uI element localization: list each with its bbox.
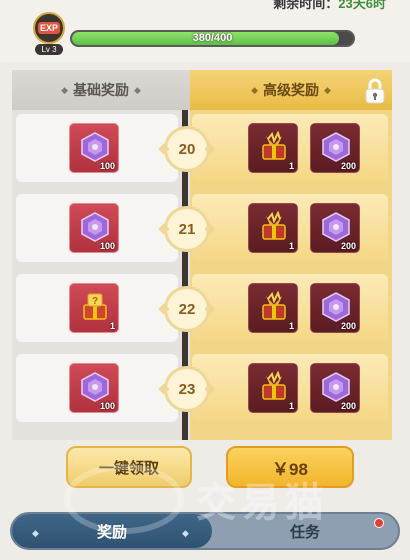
premium-reward-item[interactable]: 200 <box>310 283 360 333</box>
tab-tasks-label: 任务 <box>289 523 320 541</box>
remaining-time-label: 剩余时间： <box>273 0 339 11</box>
purple-gem-icon <box>79 131 111 163</box>
gift-box-icon <box>258 130 290 163</box>
xp-progress-text: 380/400 <box>192 32 233 44</box>
purple-gem-icon <box>79 371 111 403</box>
battle-pass-panel: ◆ 基础奖励 ◆ ◆ 高级奖励 ◆ 100 1 200 20 100 1 200 21? 1 1 2… <box>12 70 392 440</box>
item-quantity: 100 <box>99 401 115 411</box>
level-badge: 22 <box>158 286 216 332</box>
exp-icon: EXP <box>33 12 65 44</box>
reward-row: 100 1 200 23 <box>12 350 392 422</box>
purple-gem-icon <box>320 291 352 323</box>
svg-text:?: ? <box>92 296 98 307</box>
gift-box-icon <box>258 210 290 243</box>
premium-rewards-title: 高级奖励 <box>263 82 319 98</box>
level-number: 21 <box>178 220 196 238</box>
item-quantity: 1 <box>109 321 115 331</box>
tab-ornament-icon: ◆ <box>32 528 39 538</box>
claim-all-button[interactable]: 一键领取 <box>66 446 192 488</box>
item-quantity: 200 <box>340 241 356 251</box>
premium-reward-item[interactable]: 200 <box>310 363 360 413</box>
premium-reward-item[interactable]: 1 <box>248 363 298 413</box>
purple-gem-icon <box>320 371 352 403</box>
tab-basic-rewards: ◆ 基础奖励 ◆ <box>12 70 190 110</box>
basic-reward-item[interactable]: 100 <box>69 123 119 173</box>
remaining-time: 剩余时间：23天6时 <box>273 0 386 12</box>
level-badge: 21 <box>158 206 216 252</box>
header-ornament-icon: ◆ <box>61 84 68 95</box>
notification-dot <box>374 518 384 528</box>
reward-row: ? 1 1 200 22 <box>12 270 392 342</box>
item-quantity: 200 <box>340 321 356 331</box>
premium-reward-item[interactable]: 1 <box>248 203 298 253</box>
buy-premium-button[interactable]: ￥98 <box>226 446 354 488</box>
item-quantity: 1 <box>288 321 294 331</box>
level-number: 22 <box>178 300 196 318</box>
item-quantity: 1 <box>288 401 294 411</box>
basic-reward-item[interactable]: 100 <box>69 203 119 253</box>
gift-box-icon <box>258 290 290 323</box>
purple-gem-icon <box>320 131 352 163</box>
purple-gem-icon <box>320 211 352 243</box>
tab-premium-rewards: ◆ 高级奖励 ◆ <box>190 70 392 110</box>
premium-reward-item[interactable]: 1 <box>248 283 298 333</box>
exp-level-badge: EXP Lv 3 <box>32 12 66 55</box>
basic-reward-item[interactable]: 100 <box>69 363 119 413</box>
header-ornament-icon: ◆ <box>324 84 331 95</box>
purple-gem-icon <box>79 211 111 243</box>
item-quantity: 100 <box>99 241 115 251</box>
gift-box-icon <box>258 370 290 403</box>
tab-rewards-label: 奖励 <box>96 523 127 541</box>
item-quantity: 1 <box>288 241 294 251</box>
level-number: 23 <box>178 380 196 398</box>
reward-row: 100 1 200 20 <box>12 110 392 182</box>
item-quantity: 100 <box>99 161 115 171</box>
item-quantity: 200 <box>340 161 356 171</box>
level-badge: 23 <box>158 366 216 412</box>
bottom-tab-bar: 奖励 ◆ ◆ 任务 <box>10 512 400 550</box>
xp-progress-bar: 380/400 <box>70 30 355 47</box>
reward-row: 100 1 200 21 <box>12 190 392 262</box>
header-ornament-icon: ◆ <box>251 84 258 95</box>
mystery-gift-icon: ? <box>79 291 111 323</box>
item-quantity: 1 <box>288 161 294 171</box>
premium-reward-item[interactable]: 200 <box>310 123 360 173</box>
lock-icon[interactable] <box>364 78 386 104</box>
premium-reward-item[interactable]: 1 <box>248 123 298 173</box>
top-bar: 剩余时间：23天6时 EXP Lv 3 380/400 <box>0 0 410 62</box>
level-number: 20 <box>178 140 196 158</box>
level-label: Lv 3 <box>35 44 63 55</box>
remaining-time-value: 23天6时 <box>338 0 386 11</box>
premium-reward-item[interactable]: 200 <box>310 203 360 253</box>
level-badge: 20 <box>158 126 216 172</box>
basic-reward-item[interactable]: ? 1 <box>69 283 119 333</box>
tab-ornament-icon: ◆ <box>182 528 189 538</box>
item-quantity: 200 <box>340 401 356 411</box>
tab-tasks[interactable]: 任务 <box>212 514 398 548</box>
basic-rewards-title: 基础奖励 <box>73 82 129 98</box>
header-ornament-icon: ◆ <box>134 84 141 95</box>
